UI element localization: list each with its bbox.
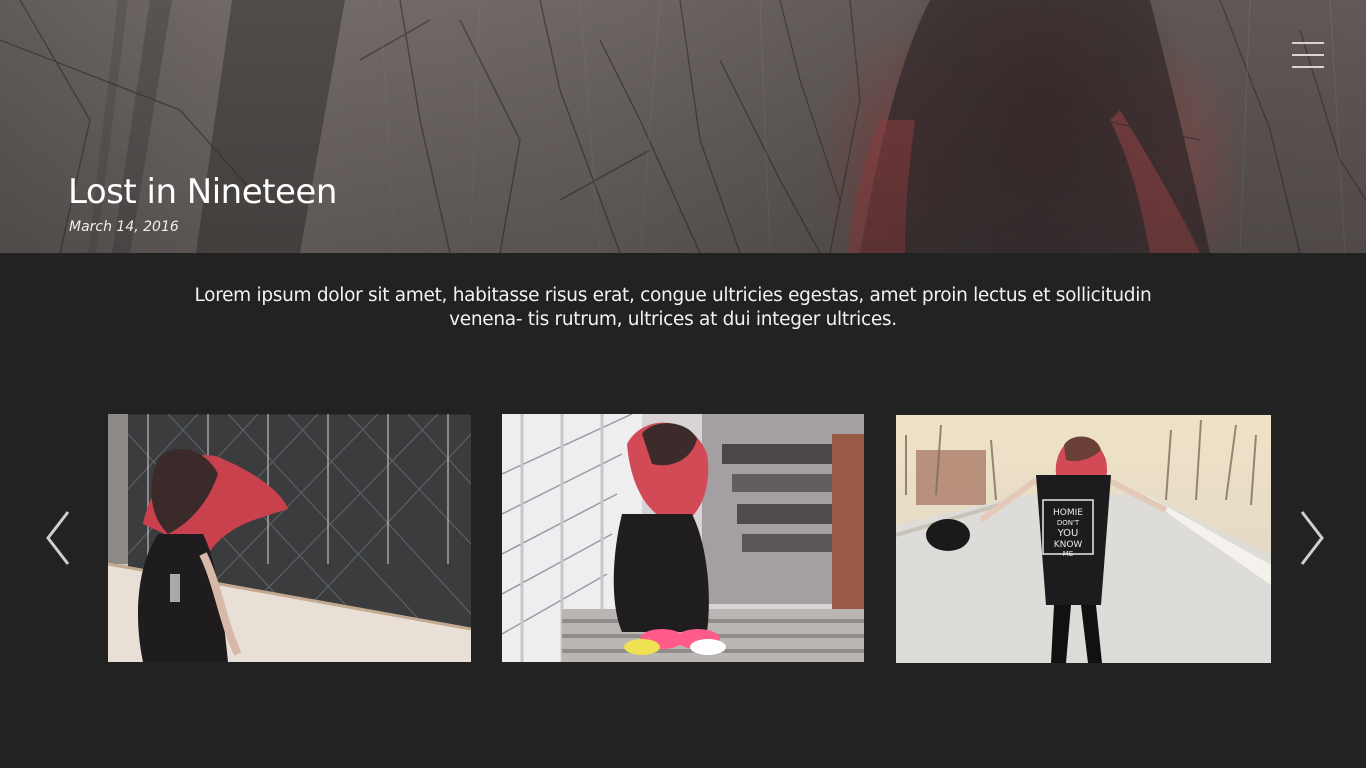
- chevron-left-icon[interactable]: [44, 510, 74, 566]
- gallery-photo[interactable]: [502, 414, 864, 662]
- hero-banner: Lost in Nineteen March 14, 2016: [0, 0, 1366, 253]
- gallery-photo[interactable]: HOMIE DON'T YOU KNOW ME: [896, 415, 1271, 663]
- hero-overlay: [0, 0, 1366, 253]
- svg-text:HOMIE: HOMIE: [1053, 508, 1083, 518]
- svg-text:ME: ME: [1063, 550, 1073, 558]
- svg-text:YOU: YOU: [1057, 528, 1079, 539]
- post-title: Lost in Nineteen: [68, 172, 337, 212]
- post-intro: Lorem ipsum dolor sit amet, habitasse ri…: [194, 285, 1152, 330]
- svg-text:KNOW: KNOW: [1054, 540, 1083, 550]
- gallery-photo[interactable]: [108, 414, 471, 662]
- svg-text:DON'T: DON'T: [1057, 519, 1080, 527]
- chevron-right-icon[interactable]: [1296, 510, 1326, 566]
- hamburger-menu-icon[interactable]: [1292, 42, 1326, 70]
- post-date: March 14, 2016: [69, 219, 179, 235]
